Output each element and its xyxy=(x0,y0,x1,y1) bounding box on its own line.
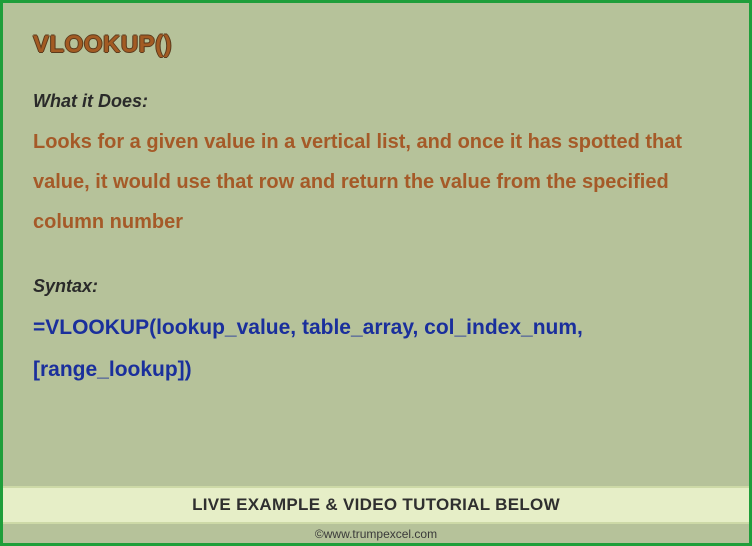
function-syntax: =VLOOKUP(lookup_value, table_array, col_… xyxy=(33,307,719,391)
tutorial-banner: LIVE EXAMPLE & VIDEO TUTORIAL BELOW xyxy=(3,486,749,524)
function-title: VLOOKUP() xyxy=(33,31,719,59)
card-content: VLOOKUP() What it Does: Looks for a give… xyxy=(3,3,749,486)
what-it-does-label: What it Does: xyxy=(33,91,719,112)
footer-credit: ©www.trumpexcel.com xyxy=(3,524,749,543)
syntax-label: Syntax: xyxy=(33,276,719,297)
card-frame: VLOOKUP() What it Does: Looks for a give… xyxy=(0,0,752,546)
function-description: Looks for a given value in a vertical li… xyxy=(33,122,719,242)
